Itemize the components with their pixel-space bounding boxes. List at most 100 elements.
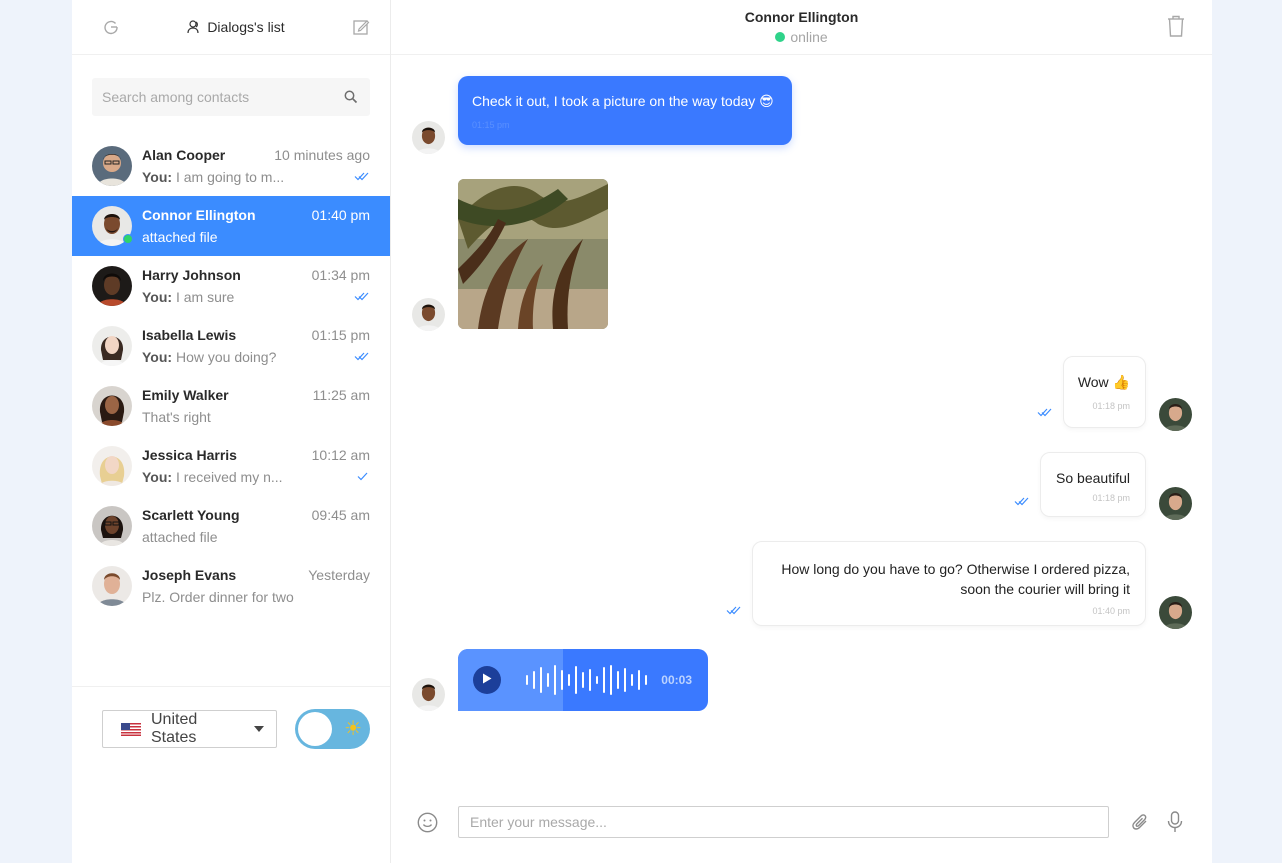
message-text: Wow 👍 xyxy=(1077,374,1130,390)
sender-avatar xyxy=(412,121,445,154)
dialog-time: Yesterday xyxy=(308,567,370,583)
dialog-time: 01:40 pm xyxy=(311,207,370,223)
dialog-time: 01:15 pm xyxy=(311,327,370,343)
dialog-preview: That's right xyxy=(142,409,370,425)
voice-duration: 00:03 xyxy=(661,673,692,687)
language-label: United States xyxy=(151,711,198,746)
waveform xyxy=(526,663,647,697)
dialog-item[interactable]: Isabella Lewis 01:15 pm You: How you doi… xyxy=(72,316,390,376)
last-message: I am sure xyxy=(175,289,235,305)
dialog-item-active[interactable]: Connor Ellington 01:40 pm attached file xyxy=(72,196,390,256)
dialog-body: Joseph Evans Yesterday Plz. Order dinner… xyxy=(142,567,370,605)
emoji-icon[interactable] xyxy=(417,812,438,833)
message-input[interactable] xyxy=(458,806,1109,838)
sender-avatar xyxy=(412,298,445,331)
dialog-body: Emily Walker 11:25 am That's right xyxy=(142,387,370,425)
trash-icon[interactable] xyxy=(1166,15,1186,37)
my-avatar xyxy=(1159,398,1192,431)
chat-contact-name: Connor Ellington xyxy=(744,9,859,25)
messenger-app: Dialogs's list Alan xyxy=(72,0,1212,863)
dialog-item[interactable]: Scarlett Young 09:45 am attached file xyxy=(72,496,390,556)
chat-status: online xyxy=(391,29,1212,45)
double-check-icon xyxy=(354,168,370,186)
outgoing-message-bubble[interactable]: Wow 👍 01:18 pm xyxy=(1063,356,1146,428)
avatar xyxy=(92,386,132,426)
sun-icon: ☀ xyxy=(344,718,362,740)
dialog-preview: Plz. Order dinner for two xyxy=(142,589,370,605)
toggle-knob xyxy=(298,712,332,746)
contact-name: Alan Cooper xyxy=(142,147,226,163)
double-check-icon xyxy=(1037,404,1053,422)
last-message: I received my n... xyxy=(175,469,283,485)
avatar-image xyxy=(92,146,132,186)
contact-name: Connor Ellington xyxy=(142,207,256,223)
avatar xyxy=(92,506,132,546)
dialog-body: Harry Johnson 01:34 pm You: I am sure xyxy=(142,267,370,305)
message-time: 01:40 pm xyxy=(1092,606,1130,616)
compose-icon[interactable] xyxy=(352,18,370,36)
contact-name: Scarlett Young xyxy=(142,507,240,523)
message-time: 01:18 pm xyxy=(1092,493,1130,503)
double-check-icon xyxy=(1014,493,1030,511)
sidebar: Dialogs's list Alan xyxy=(72,0,391,863)
contact-search xyxy=(92,78,370,116)
dialog-item[interactable]: Alan Cooper 10 minutes ago You: I am goi… xyxy=(72,136,390,196)
avatar xyxy=(92,326,132,366)
single-check-icon xyxy=(354,468,370,486)
chevron-down-icon xyxy=(254,726,264,732)
dialog-item[interactable]: Emily Walker 11:25 am That's right xyxy=(72,376,390,436)
my-avatar xyxy=(1159,596,1192,629)
language-select[interactable]: United States xyxy=(102,710,277,748)
dialog-preview: You: I am sure xyxy=(142,289,370,305)
outgoing-message-bubble[interactable]: So beautiful 01:18 pm xyxy=(1040,452,1146,517)
avatar-image xyxy=(92,506,132,546)
dialog-row: Isabella Lewis 01:15 pm xyxy=(142,327,370,343)
avatar-image xyxy=(92,386,132,426)
dialog-item[interactable]: Harry Johnson 01:34 pm You: I am sure xyxy=(72,256,390,316)
last-message: That's right xyxy=(142,409,211,425)
dialog-time: 01:34 pm xyxy=(311,267,370,283)
avatar-image xyxy=(92,446,132,486)
attached-image[interactable] xyxy=(458,179,608,329)
dialog-preview: You: How you doing? xyxy=(142,349,370,365)
avatar-image xyxy=(92,326,132,366)
dialogs-list-label: Dialogs's list xyxy=(207,19,285,35)
avatar xyxy=(92,146,132,186)
dialog-time: 09:45 am xyxy=(311,507,370,523)
incoming-message-bubble[interactable]: Check it out, I took a picture on the wa… xyxy=(458,76,792,145)
refresh-icon[interactable] xyxy=(102,18,120,36)
contact-name: Jessica Harris xyxy=(142,447,237,463)
dialog-row: Scarlett Young 09:45 am xyxy=(142,507,370,523)
avatar xyxy=(92,446,132,486)
you-prefix: You: xyxy=(142,169,176,185)
avatar-image xyxy=(92,566,132,606)
contact-name: Joseph Evans xyxy=(142,567,237,583)
search-icon[interactable] xyxy=(344,90,358,104)
message-composer xyxy=(391,806,1212,839)
dialog-row: Joseph Evans Yesterday xyxy=(142,567,370,583)
status-label: online xyxy=(790,29,828,45)
message-text: Check it out, I took a picture on the wa… xyxy=(472,93,774,109)
last-message: attached file xyxy=(142,229,218,245)
message-time: 01:18 pm xyxy=(1092,401,1130,411)
dialog-item[interactable]: Jessica Harris 10:12 am You: I received … xyxy=(72,436,390,496)
contact-name: Harry Johnson xyxy=(142,267,241,283)
dialog-time: 11:25 am xyxy=(312,387,370,403)
paperclip-icon[interactable] xyxy=(1131,813,1149,832)
outgoing-message-bubble[interactable]: How long do you have to go? Otherwise I … xyxy=(752,541,1146,626)
dialogs-list-title: Dialogs's list xyxy=(187,19,285,35)
play-button[interactable] xyxy=(473,666,501,694)
microphone-icon[interactable] xyxy=(1167,811,1183,833)
search-input[interactable] xyxy=(102,89,322,105)
theme-toggle[interactable]: ☀ xyxy=(295,709,370,749)
last-message: Plz. Order dinner for two xyxy=(142,589,294,605)
dialog-preview: You: I am going to m... xyxy=(142,169,370,185)
dialog-preview: attached file xyxy=(142,229,370,245)
avatar-image xyxy=(92,266,132,306)
online-indicator xyxy=(123,234,133,244)
dialog-time: 10 minutes ago xyxy=(274,147,370,163)
dialog-item[interactable]: Joseph Evans Yesterday Plz. Order dinner… xyxy=(72,556,390,616)
message-text: How long do you have to go? Otherwise I … xyxy=(781,561,1130,597)
contact-name: Isabella Lewis xyxy=(142,327,237,343)
voice-message[interactable]: 00:03 xyxy=(458,649,708,711)
